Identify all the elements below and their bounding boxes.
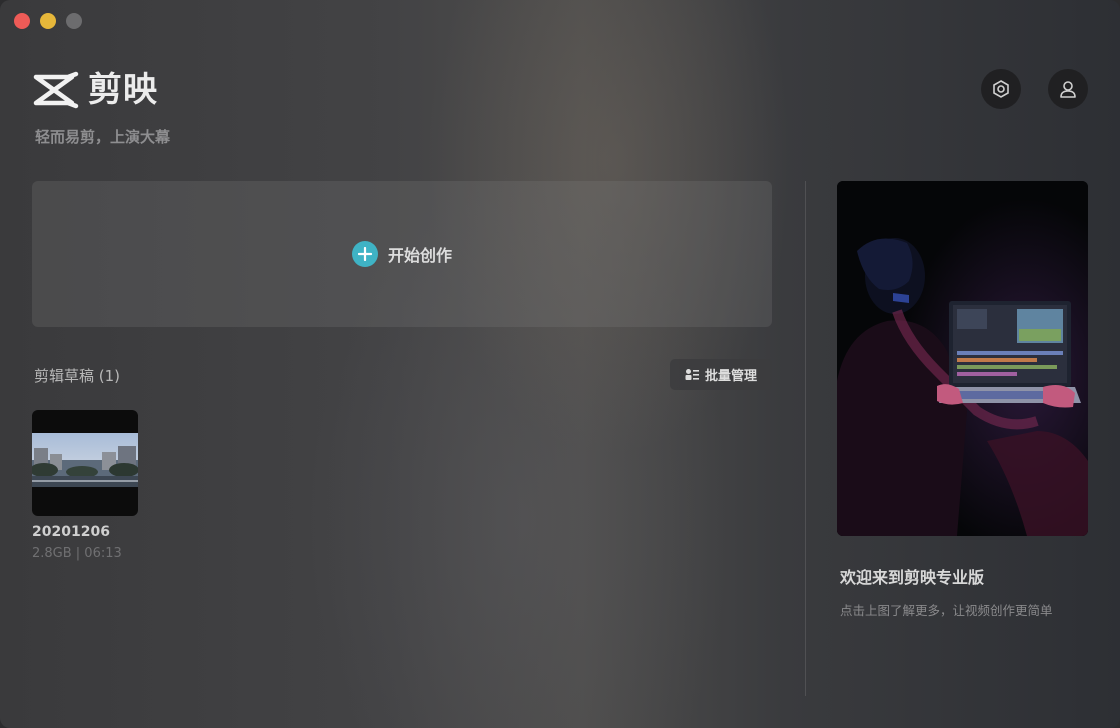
draft-meta: 2.8GB | 06:13 bbox=[32, 546, 122, 561]
batch-manage-button[interactable]: 批量管理 bbox=[670, 359, 772, 390]
close-window-button[interactable] bbox=[14, 13, 30, 29]
batch-manage-label: 批量管理 bbox=[704, 369, 757, 384]
draft-thumbnail[interactable] bbox=[32, 410, 138, 516]
promo-image[interactable] bbox=[837, 181, 1088, 536]
maximize-window-button[interactable] bbox=[66, 13, 82, 29]
draft-card[interactable]: 20201206 2.8GB | 06:13 bbox=[32, 410, 138, 561]
app-name: 剪映 bbox=[88, 70, 158, 110]
settings-hex-icon bbox=[993, 80, 1009, 98]
drafts-section-title: 剪辑草稿 (1) bbox=[34, 367, 121, 385]
app-slogan: 轻而易剪，上演大幕 bbox=[35, 128, 171, 146]
settings-button[interactable] bbox=[981, 69, 1021, 109]
promo-subtitle: 点击上图了解更多，让视频创作更简单 bbox=[840, 603, 1053, 618]
start-creation-button[interactable]: 开始创作 bbox=[32, 181, 772, 327]
plus-circle-icon bbox=[351, 241, 378, 267]
user-icon bbox=[1060, 81, 1076, 98]
capcut-logo-icon bbox=[33, 71, 79, 109]
user-button[interactable] bbox=[1048, 69, 1088, 109]
minimize-window-button[interactable] bbox=[40, 13, 56, 29]
start-creation-label: 开始创作 bbox=[387, 246, 452, 265]
promo-panel: 欢迎来到剪映专业版 点击上图了解更多，让视频创作更简单 bbox=[837, 181, 1088, 619]
app-window: 剪映 轻而易剪，上演大幕 开始创作 剪辑草稿 (1) 批量管理 20201206… bbox=[0, 0, 1120, 728]
draft-name: 20201206 bbox=[32, 524, 110, 540]
section-divider bbox=[805, 181, 806, 696]
app-logo: 剪映 bbox=[32, 70, 158, 110]
batch-manage-icon bbox=[685, 369, 699, 380]
window-controls bbox=[14, 13, 82, 29]
promo-title: 欢迎来到剪映专业版 bbox=[840, 568, 985, 587]
